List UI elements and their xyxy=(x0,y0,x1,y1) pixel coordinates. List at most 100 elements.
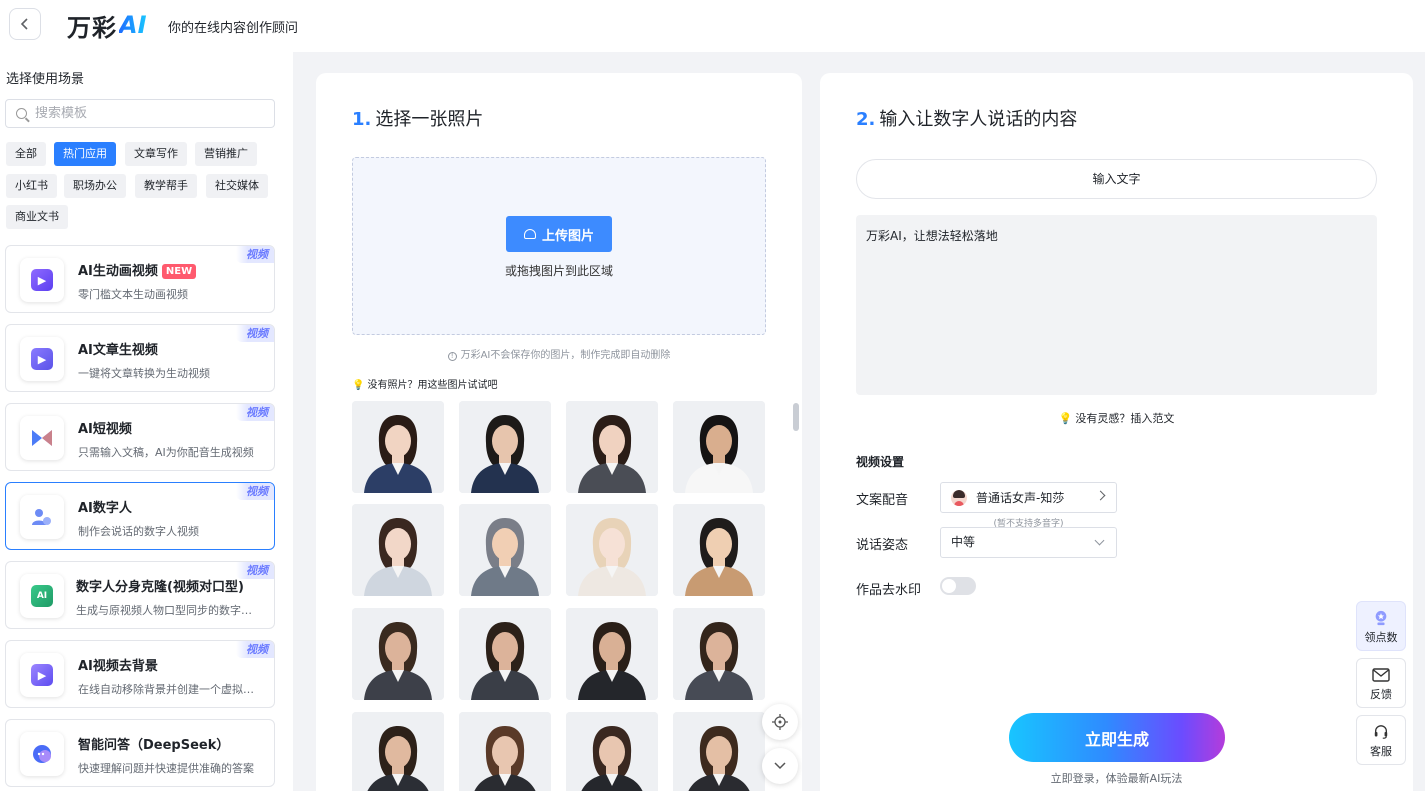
watermark-toggle[interactable] xyxy=(940,577,976,595)
chat-bubble-icon xyxy=(33,745,51,763)
photo-woman-long-hair[interactable] xyxy=(352,504,444,596)
tag-article-writing[interactable]: 文章写作 xyxy=(125,142,187,166)
avatar-clone-icon: AI xyxy=(31,585,53,607)
service-label: 客服 xyxy=(1370,745,1392,758)
voice-selector[interactable]: 普通话女声-知莎 xyxy=(940,482,1117,513)
locate-button[interactable] xyxy=(762,704,798,740)
insert-sample-link[interactable]: 💡 没有灵感？插入范文 xyxy=(820,410,1413,426)
login-hint[interactable]: 立即登录，体验最新AI玩法 xyxy=(820,770,1413,786)
tag-business-docs[interactable]: 商业文书 xyxy=(6,205,68,229)
tag-office[interactable]: 职场办公 xyxy=(64,174,126,198)
tag-xiaohongshu[interactable]: 小红书 xyxy=(6,174,57,198)
photo-man-grey-suit-1[interactable] xyxy=(352,608,444,700)
card-icon: AI xyxy=(20,574,64,618)
chevron-down-icon xyxy=(774,762,786,770)
video-badge: 视频 xyxy=(236,325,274,342)
card-icon: ▶ xyxy=(20,337,64,381)
privacy-note-text: 万彩AI不会保存你的图片，制作完成即自动删除 xyxy=(460,350,671,361)
tag-all[interactable]: 全部 xyxy=(6,142,46,166)
cloud-upload-icon xyxy=(523,229,536,239)
top-bar: 万彩 AI 你的在线内容创作顾问 xyxy=(0,0,1425,52)
card-desc: 制作会说话的数字人视频 xyxy=(78,525,199,538)
tag-marketing[interactable]: 营销推广 xyxy=(195,142,257,166)
photo-woman-blazer-2[interactable] xyxy=(566,712,658,791)
generate-button[interactable]: 立即生成 xyxy=(1009,713,1225,762)
card-title: AI短视频 xyxy=(78,422,132,437)
step-number: 1. xyxy=(352,109,372,130)
claim-points-button[interactable]: 领点数 xyxy=(1356,601,1406,651)
portrait-image xyxy=(673,504,765,596)
search-box[interactable] xyxy=(5,99,275,128)
photo-man-white-tee[interactable] xyxy=(673,401,765,493)
portrait-image xyxy=(673,712,765,791)
logo[interactable]: 万彩 AI xyxy=(67,10,147,42)
card-ai-video-bg-removal[interactable]: ▶ AI视频去背景 在线自动移除背景并创建一个虚拟背景视频 视频 xyxy=(5,640,275,708)
sidebar-title: 选择使用场景 xyxy=(6,72,85,87)
tag-social-media[interactable]: 社交媒体 xyxy=(206,174,268,198)
card-ai-digital-human[interactable]: AI数字人 制作会说话的数字人视频 视频 xyxy=(5,482,275,550)
photo-man-glasses-suit[interactable] xyxy=(459,401,551,493)
photo-man-grey-suit-2[interactable] xyxy=(459,608,551,700)
video-settings-title: 视频设置 xyxy=(856,455,905,469)
card-title: 智能问答（DeepSeek） xyxy=(78,738,230,753)
photo-woman-curly[interactable] xyxy=(673,712,765,791)
back-button[interactable] xyxy=(9,8,41,40)
photo-man-grey-suit-3[interactable] xyxy=(673,608,765,700)
card-desc: 生成与原视频人物口型同步的数字人视频 xyxy=(76,604,261,617)
logo-text: 万彩 xyxy=(67,13,117,42)
photo-cartoon-girl-blonde[interactable] xyxy=(566,504,658,596)
portrait-image xyxy=(566,401,658,493)
card-title: AI文章生视频 xyxy=(78,343,158,358)
card-desc: 零门槛文本生动画视频 xyxy=(78,288,188,301)
sample-hint-text: 没有照片？用这些图片试试吧 xyxy=(367,380,498,391)
photo-woman-navy-suit[interactable] xyxy=(352,401,444,493)
tag-hot-apps[interactable]: 热门应用 xyxy=(54,142,116,166)
voice-label: 文案配音 xyxy=(856,493,909,508)
photo-woman-brown-hair[interactable] xyxy=(459,712,551,791)
crosshair-icon xyxy=(772,714,788,730)
video-badge: 视频 xyxy=(236,562,274,579)
feedback-button[interactable]: 反馈 xyxy=(1356,658,1406,708)
video-badge: 视频 xyxy=(236,404,274,421)
portrait-image xyxy=(352,401,444,493)
scroll-down-button[interactable] xyxy=(762,748,798,784)
photo-man-black-suit[interactable] xyxy=(566,608,658,700)
card-digital-human-clone[interactable]: AI 数字人分身克隆(视频对口型) 生成与原视频人物口型同步的数字人视频 视频 xyxy=(5,561,275,629)
card-ai-article-video[interactable]: ▶ AI文章生视频 一键将文章转换为生动视频 视频 xyxy=(5,324,275,392)
card-smart-qa-deepseek[interactable]: 智能问答（DeepSeek） 快速理解问题并快速提供准确的答案 xyxy=(5,719,275,787)
logo-ai: AI xyxy=(119,11,147,39)
card-icon xyxy=(20,732,64,776)
document-video-icon: ▶ xyxy=(31,348,53,370)
speech-textarea[interactable]: 万彩AI，让想法轻松落地 xyxy=(856,215,1377,395)
portrait-image xyxy=(352,504,444,596)
card-ai-short-video[interactable]: AI短视频 只需输入文稿，AI为你配音生成视频 视频 xyxy=(5,403,275,471)
card-icon: ▶ xyxy=(20,653,64,697)
photo-cartoon-man-jacket[interactable] xyxy=(673,504,765,596)
photo-panel: 1. 选择一张照片 上传图片 或拖拽图片到此区域 ! 万彩AI不会保存你的图片，制作… xyxy=(316,73,802,791)
info-icon: ! xyxy=(447,352,457,361)
tab-input-text[interactable]: 输入文字 xyxy=(856,159,1377,199)
upload-image-button[interactable]: 上传图片 xyxy=(506,216,612,252)
card-title: AI生动画视频 NEW xyxy=(78,260,197,279)
lightbulb-icon: 💡 xyxy=(352,380,365,391)
customer-service-button[interactable]: 客服 xyxy=(1356,715,1406,765)
portrait-image xyxy=(459,401,551,493)
photo-cartoon-boy-glasses[interactable] xyxy=(459,504,551,596)
search-input[interactable] xyxy=(35,106,255,121)
pose-label: 说话姿态 xyxy=(856,538,909,553)
sample-hint: 💡 没有照片？用这些图片试试吧 xyxy=(352,376,497,391)
voice-value: 普通话女声-知莎 xyxy=(976,491,1065,505)
video-badge: 视频 xyxy=(236,246,274,263)
play-video-icon: ▶ xyxy=(31,269,53,291)
upload-dropzone[interactable]: 上传图片 或拖拽图片到此区域 xyxy=(352,157,766,335)
card-ai-animation-video[interactable]: ▶ AI生动画视频 NEW 零门槛文本生动画视频 视频 xyxy=(5,245,275,313)
card-icon xyxy=(20,416,64,460)
sidebar: 选择使用场景 全部 热门应用 文章写作 营销推广 小红书 职场办公 教学帮手 社… xyxy=(0,52,293,791)
chevron-right-icon xyxy=(1095,490,1106,501)
photo-woman-dark-blazer[interactable] xyxy=(566,401,658,493)
photo-man-dark-suit-4[interactable] xyxy=(352,712,444,791)
gallery-scrollbar[interactable] xyxy=(793,403,799,431)
tag-teaching[interactable]: 教学帮手 xyxy=(135,174,197,198)
step-number: 2. xyxy=(856,109,876,130)
pose-select[interactable]: 中等 xyxy=(940,527,1117,558)
